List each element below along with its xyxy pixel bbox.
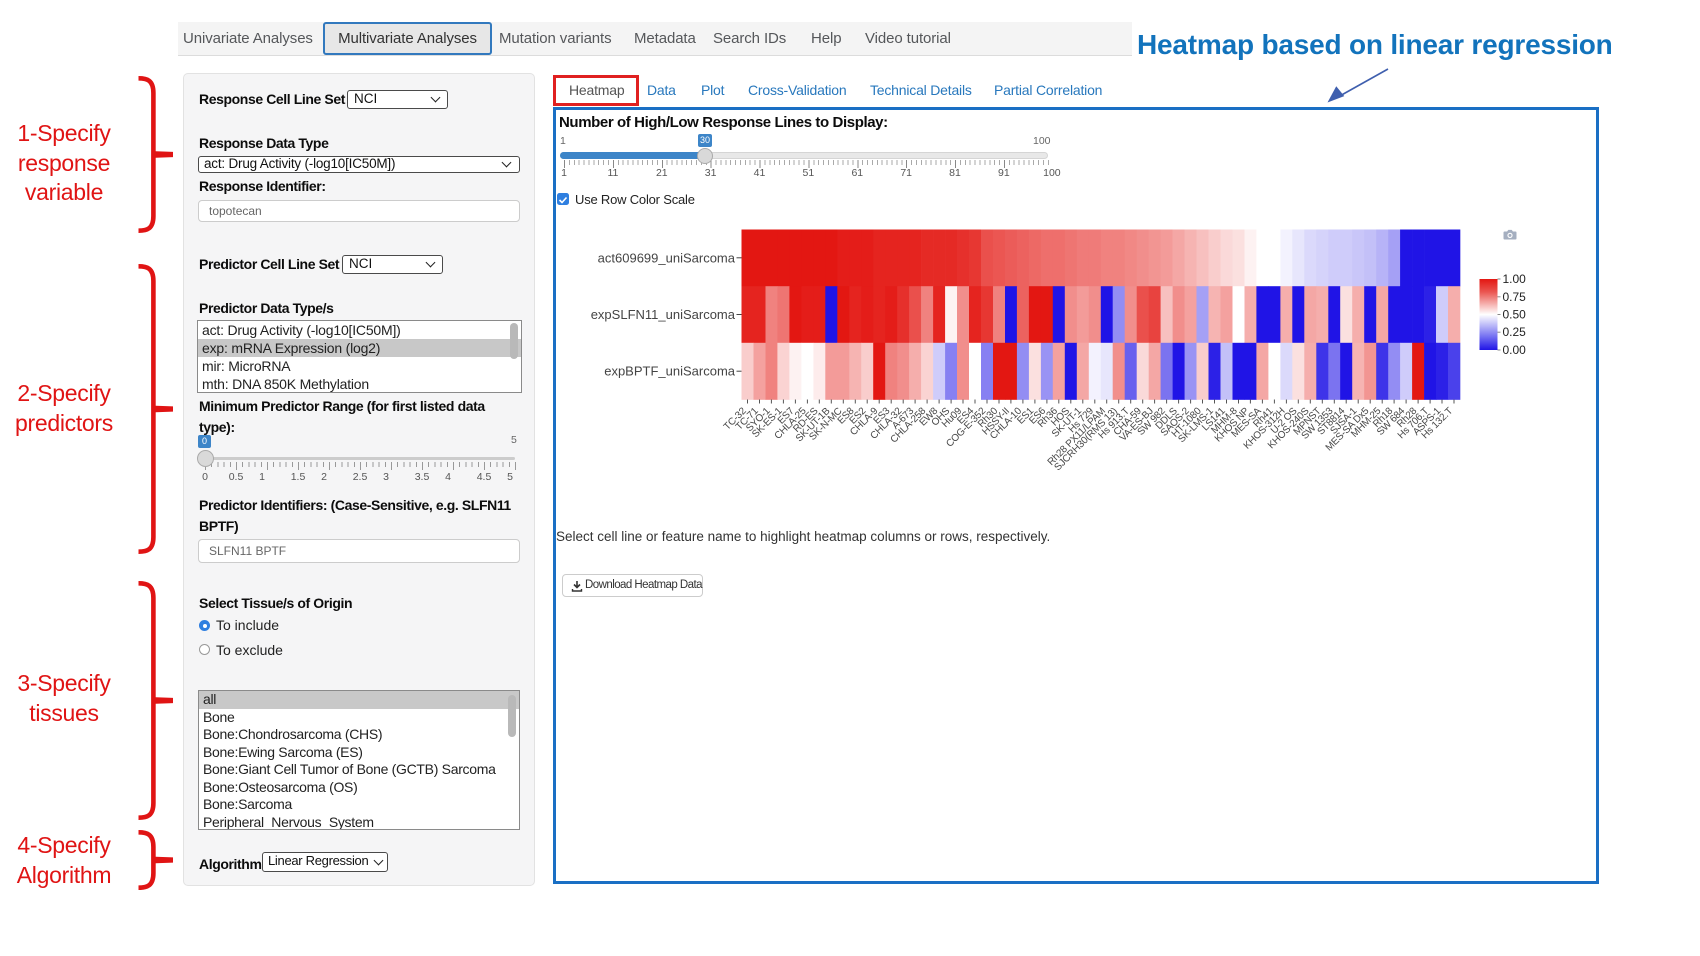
svg-text:1.00: 1.00 (1503, 272, 1527, 286)
svg-text:0.75: 0.75 (1503, 290, 1527, 304)
svg-text:0.50: 0.50 (1503, 308, 1527, 322)
svg-text:0.25: 0.25 (1503, 325, 1527, 339)
svg-text:expBPTF_uniSarcoma: expBPTF_uniSarcoma (604, 364, 736, 379)
svg-text:0.00: 0.00 (1503, 343, 1527, 357)
svg-text:expSLFN11_uniSarcoma: expSLFN11_uniSarcoma (591, 307, 736, 322)
svg-text:act609699_uniSarcoma: act609699_uniSarcoma (598, 250, 736, 265)
